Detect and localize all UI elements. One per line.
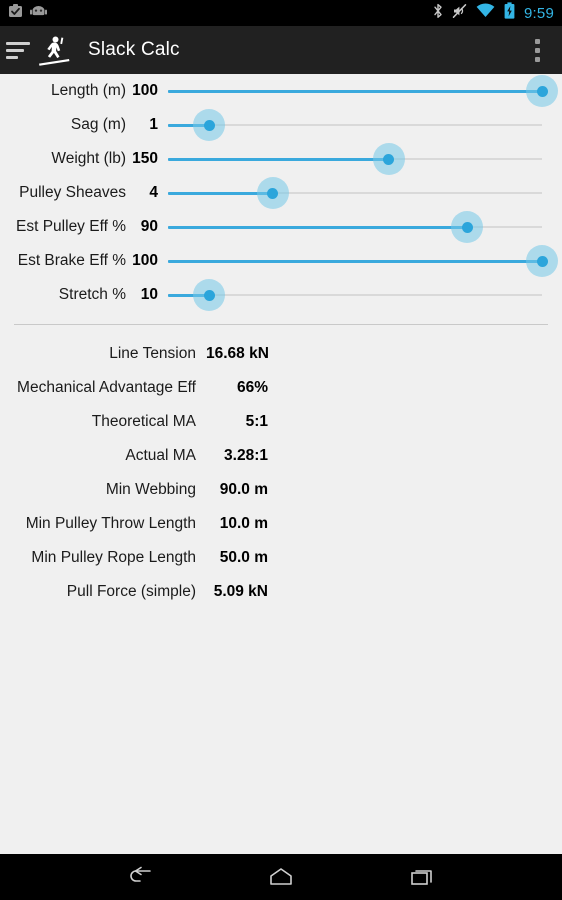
slider-value: 90 [140,218,158,235]
device-screen: 9:59 Slack Calc Length (m) 100 Sag (m) 1 Wei… [0,0,562,900]
slider-control[interactable] [168,142,542,176]
result-value: 16.68 kN [206,345,269,362]
drawer-lines-icon[interactable] [6,41,32,59]
slider-control[interactable] [168,244,558,278]
result-label: Min Webbing [105,481,196,498]
slider-track-fill [168,89,542,93]
slider-track-fill [168,157,389,161]
back-icon[interactable] [116,854,162,900]
slider-control[interactable] [168,210,542,244]
page-title: Slack Calc [88,39,180,60]
main-content: Length (m) 100 Sag (m) 1 Weight (lb) 150 Pulle… [0,74,562,854]
android-robot-icon [30,4,47,23]
result-value: 5.09 kN [213,583,268,600]
result-label: Min Pulley Rope Length [31,549,196,566]
slider-label: Est Brake Eff % [17,252,126,269]
result-value: 5:1 [245,413,268,430]
slider-row: Stretch % 10 [0,278,562,312]
result-row: Mechanical Advantage Eff 66% [0,371,562,405]
status-bar: 9:59 [0,0,562,26]
status-bar-notifications [8,3,47,24]
bluetooth-icon [433,3,443,24]
app-install-icon [8,3,23,24]
result-row: Theoretical MA 5:1 [0,405,562,439]
result-label: Min Pulley Throw Length [25,515,196,532]
recents-icon[interactable] [400,854,446,900]
slider-value: 4 [149,184,158,201]
result-value: 10.0 m [219,515,268,532]
slider-row: Est Pulley Eff % 90 [0,210,562,244]
battery-charging-icon [504,2,515,24]
result-label: Theoretical MA [91,413,196,430]
slider-label: Est Pulley Eff % [16,218,126,235]
slider-row: Pulley Sheaves 4 [0,176,562,210]
app-bar: Slack Calc [0,26,562,74]
slackliner-icon[interactable] [34,29,76,71]
slider-value: 100 [132,252,158,269]
slider-thumb[interactable] [526,75,558,107]
slider-value: 150 [132,150,158,167]
result-label: Line Tension [109,345,196,362]
result-label: Mechanical Advantage Eff [17,379,196,396]
slider-control[interactable] [168,74,558,108]
result-row: Pull Force (simple) 5.09 kN [0,575,562,609]
slider-label: Length (m) [51,82,126,99]
result-label: Pull Force (simple) [66,583,196,600]
result-row: Line Tension 16.68 kN [0,337,562,371]
input-sliders-section: Length (m) 100 Sag (m) 1 Weight (lb) 150 Pulle… [0,74,562,312]
slider-value: 10 [140,286,158,303]
slider-label: Stretch % [58,286,126,303]
home-icon[interactable] [258,854,304,900]
slider-row: Est Brake Eff % 100 [0,244,562,278]
slider-value: 1 [149,116,158,133]
slider-control[interactable] [168,108,542,142]
wifi-icon [476,3,495,23]
slider-value: 100 [132,82,158,99]
android-nav-bar [0,854,562,900]
slider-track-fill [168,225,468,229]
vibrate-muted-icon [452,3,467,24]
result-value: 50.0 m [219,549,268,566]
slider-label: Weight (lb) [51,150,126,167]
slider-row: Length (m) 100 [0,74,562,108]
result-label: Actual MA [125,447,196,464]
result-value: 66% [236,379,268,396]
slider-control[interactable] [168,176,542,210]
result-row: Min Webbing 90.0 m [0,473,562,507]
slider-thumb[interactable] [451,211,484,243]
slider-thumb[interactable] [193,109,226,141]
slider-thumb[interactable] [193,279,226,311]
overflow-menu-icon[interactable] [529,29,546,72]
slider-thumb[interactable] [372,143,405,175]
result-row: Actual MA 3.28:1 [0,439,562,473]
slider-label: Sag (m) [70,116,126,133]
slider-row: Sag (m) 1 [0,108,562,142]
slider-track-fill [168,259,542,263]
results-section: Line Tension 16.68 kN Mechanical Advantage… [0,325,562,609]
status-bar-system-icons: 9:59 [433,2,554,24]
result-value: 90.0 m [219,481,268,498]
slider-control[interactable] [168,278,542,312]
status-bar-clock: 9:59 [524,4,554,22]
slider-label: Pulley Sheaves [19,184,126,201]
result-row: Min Pulley Throw Length 10.0 m [0,507,562,541]
slider-row: Weight (lb) 150 [0,142,562,176]
slider-thumb[interactable] [526,245,558,277]
result-value: 3.28:1 [224,447,268,464]
slider-thumb[interactable] [256,177,289,209]
result-row: Min Pulley Rope Length 50.0 m [0,541,562,575]
